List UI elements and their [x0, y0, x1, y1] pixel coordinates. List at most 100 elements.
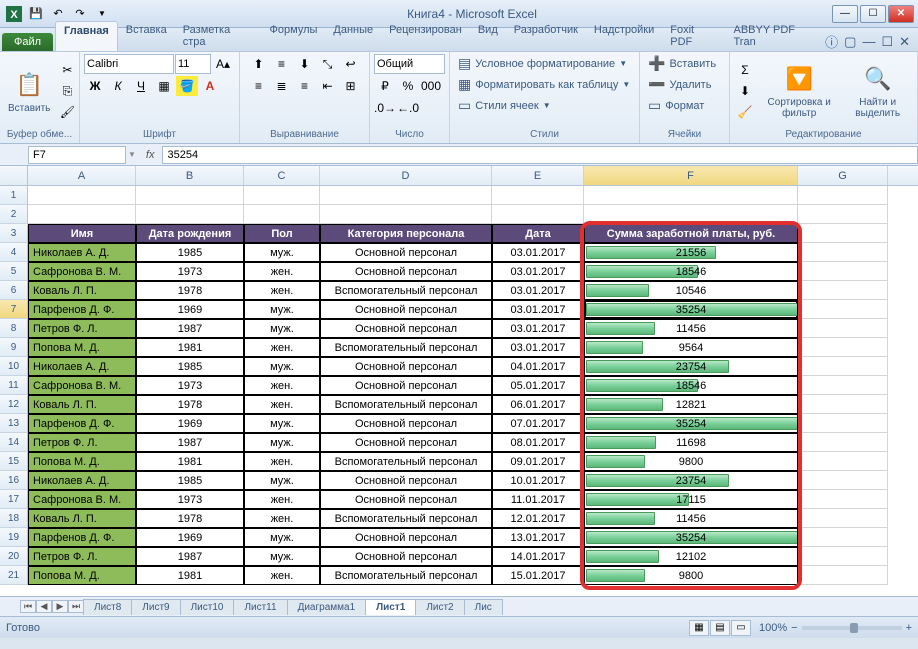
font-color-icon[interactable]: A [199, 76, 221, 96]
cell-A15[interactable]: Попова М. Д. [28, 452, 136, 471]
sheet-tab-2[interactable]: Лист10 [180, 599, 235, 615]
cell-C16[interactable]: муж. [244, 471, 320, 490]
copy-icon[interactable]: ⎘ [56, 81, 78, 101]
cell-B19[interactable]: 1969 [136, 528, 244, 547]
cell-D1[interactable] [320, 186, 492, 205]
header-cell-E[interactable]: Дата [492, 224, 584, 243]
col-header-B[interactable]: B [136, 166, 244, 185]
merge-icon[interactable]: ⊞ [340, 76, 362, 96]
ribbon-tab-3[interactable]: Формулы [262, 21, 326, 51]
ribbon-tab-1[interactable]: Вставка [118, 21, 175, 51]
sheet-tab-7[interactable]: Лис [464, 599, 503, 615]
cell-G4[interactable] [798, 243, 888, 262]
cell-D18[interactable]: Вспомогательный персонал [320, 509, 492, 528]
close-button[interactable]: ✕ [888, 5, 914, 23]
row-header-3[interactable]: 3 [0, 224, 28, 243]
cell-E17[interactable]: 11.01.2017 [492, 490, 584, 509]
header-cell-C[interactable]: Пол [244, 224, 320, 243]
cell-G20[interactable] [798, 547, 888, 566]
comma-icon[interactable]: 000 [420, 76, 442, 96]
cell-B20[interactable]: 1987 [136, 547, 244, 566]
cell-D7[interactable]: Основной персонал [320, 300, 492, 319]
cell-C1[interactable] [244, 186, 320, 205]
cell-B5[interactable]: 1973 [136, 262, 244, 281]
minimize-ribbon-icon[interactable]: ▢ [844, 34, 856, 50]
cell-B10[interactable]: 1985 [136, 357, 244, 376]
cell-A1[interactable] [28, 186, 136, 205]
zoom-in-icon[interactable]: + [906, 622, 912, 634]
cell-B12[interactable]: 1978 [136, 395, 244, 414]
align-top-icon[interactable]: ⬆ [248, 54, 270, 74]
cell-G1[interactable] [798, 186, 888, 205]
doc-close-icon[interactable]: ✕ [899, 34, 910, 50]
cell-D11[interactable]: Основной персонал [320, 376, 492, 395]
row-header-19[interactable]: 19 [0, 528, 28, 547]
normal-view-icon[interactable]: ▦ [689, 620, 709, 636]
cell-C21[interactable]: жен. [244, 566, 320, 585]
cell-A9[interactable]: Попова М. Д. [28, 338, 136, 357]
cell-G8[interactable] [798, 319, 888, 338]
namebox-dropdown-icon[interactable]: ▼ [126, 150, 138, 159]
cell-G17[interactable] [798, 490, 888, 509]
minimize-button[interactable]: — [832, 5, 858, 23]
align-bottom-icon[interactable]: ⬇ [294, 54, 316, 74]
cell-G14[interactable] [798, 433, 888, 452]
cell-D5[interactable]: Основной персонал [320, 262, 492, 281]
cell-F17[interactable]: 17115 [584, 490, 798, 509]
format-as-table-button[interactable]: ▦Форматировать как таблицу▼ [454, 75, 635, 94]
cell-D4[interactable]: Основной персонал [320, 243, 492, 262]
cell-A6[interactable]: Коваль Л. П. [28, 281, 136, 300]
cell-E18[interactable]: 12.01.2017 [492, 509, 584, 528]
sheet-nav-last-icon[interactable]: ⏭ [68, 600, 84, 613]
cell-C17[interactable]: жен. [244, 490, 320, 509]
row-header-10[interactable]: 10 [0, 357, 28, 376]
cell-C18[interactable]: жен. [244, 509, 320, 528]
cell-D14[interactable]: Основной персонал [320, 433, 492, 452]
zoom-slider[interactable] [802, 626, 902, 630]
sheet-nav-first-icon[interactable]: ⏮ [20, 600, 36, 613]
cell-G13[interactable] [798, 414, 888, 433]
cell-E14[interactable]: 08.01.2017 [492, 433, 584, 452]
row-header-12[interactable]: 12 [0, 395, 28, 414]
cell-E7[interactable]: 03.01.2017 [492, 300, 584, 319]
cell-A8[interactable]: Петров Ф. Л. [28, 319, 136, 338]
cell-G16[interactable] [798, 471, 888, 490]
cell-A19[interactable]: Парфенов Д. Ф. [28, 528, 136, 547]
cell-E10[interactable]: 04.01.2017 [492, 357, 584, 376]
cell-B15[interactable]: 1981 [136, 452, 244, 471]
page-break-view-icon[interactable]: ▭ [731, 620, 751, 636]
row-header-21[interactable]: 21 [0, 566, 28, 585]
cell-B17[interactable]: 1973 [136, 490, 244, 509]
cell-E11[interactable]: 05.01.2017 [492, 376, 584, 395]
percent-icon[interactable]: % [397, 76, 419, 96]
cell-A12[interactable]: Коваль Л. П. [28, 395, 136, 414]
cell-D9[interactable]: Вспомогательный персонал [320, 338, 492, 357]
cell-D2[interactable] [320, 205, 492, 224]
help-icon[interactable]: ⓘ [825, 32, 838, 51]
cell-C11[interactable]: жен. [244, 376, 320, 395]
sort-filter-button[interactable]: 🔽Сортировка и фильтр [758, 61, 840, 121]
cell-G9[interactable] [798, 338, 888, 357]
cell-D6[interactable]: Вспомогательный персонал [320, 281, 492, 300]
cell-C7[interactable]: муж. [244, 300, 320, 319]
cell-F1[interactable] [584, 186, 798, 205]
cell-G19[interactable] [798, 528, 888, 547]
col-header-F[interactable]: F [584, 166, 798, 185]
cell-B4[interactable]: 1985 [136, 243, 244, 262]
cell-E21[interactable]: 15.01.2017 [492, 566, 584, 585]
cell-E9[interactable]: 03.01.2017 [492, 338, 584, 357]
cell-A10[interactable]: Николаев А. Д. [28, 357, 136, 376]
align-center-icon[interactable]: ≣ [271, 76, 293, 96]
cell-A18[interactable]: Коваль Л. П. [28, 509, 136, 528]
cell-F6[interactable]: 10546 [584, 281, 798, 300]
cell-D15[interactable]: Вспомогательный персонал [320, 452, 492, 471]
row-header-9[interactable]: 9 [0, 338, 28, 357]
cell-D16[interactable]: Основной персонал [320, 471, 492, 490]
sheet-tab-0[interactable]: Лист8 [83, 599, 132, 615]
row-header-17[interactable]: 17 [0, 490, 28, 509]
cell-G3[interactable] [798, 224, 888, 243]
cell-F16[interactable]: 23754 [584, 471, 798, 490]
cell-C8[interactable]: муж. [244, 319, 320, 338]
cell-C14[interactable]: муж. [244, 433, 320, 452]
font-name-select[interactable] [84, 54, 174, 74]
